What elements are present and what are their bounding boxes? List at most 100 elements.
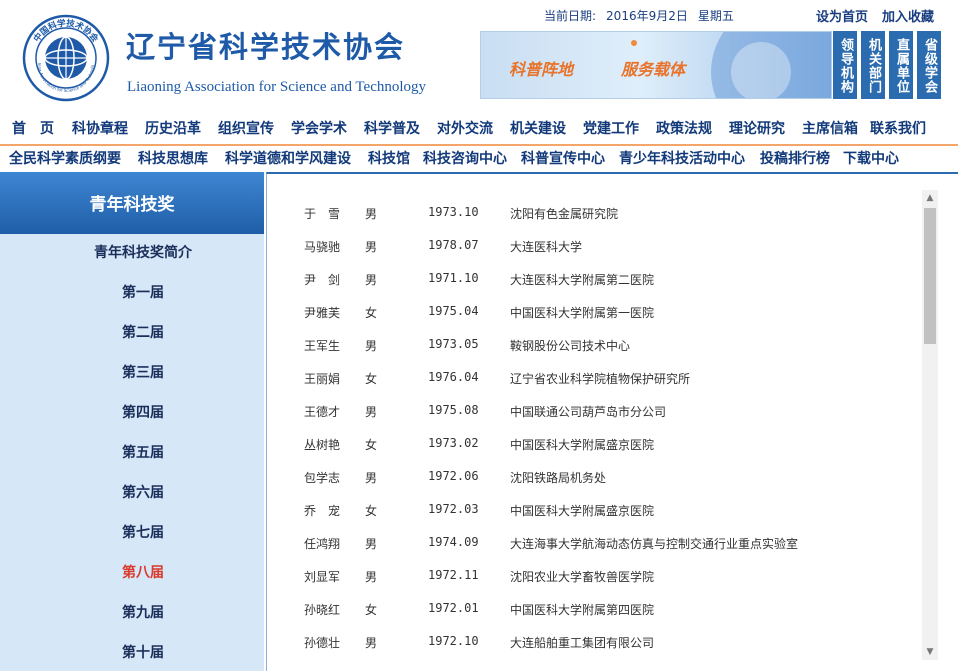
winner-gender: 男 <box>365 240 378 254</box>
winner-unit: 大连医科大学附属第二医院 <box>510 273 655 287</box>
winner-birth: 1972.11 <box>428 568 479 582</box>
sidebar-item-4[interactable]: 第四届 <box>0 402 286 422</box>
nav-theory[interactable]: 理论研究 <box>729 118 785 144</box>
scroll-thumb[interactable] <box>924 208 936 344</box>
winner-gender: 男 <box>365 207 378 221</box>
sidebar-item-6[interactable]: 第六届 <box>0 482 286 502</box>
promo-banner[interactable]: 科普阵地 服务载体 <box>480 31 832 99</box>
nav-history[interactable]: 历史沿革 <box>145 118 201 144</box>
sidebar-item-7[interactable]: 第七届 <box>0 522 286 542</box>
sidebar-item-intro[interactable]: 青年科技奖简介 <box>0 242 286 262</box>
list-item: 尹雅芙 女 1975.04 中国医科大学附属第一医院 <box>268 304 922 324</box>
set-homepage-link[interactable]: 设为首页 <box>816 10 868 25</box>
winner-unit: 大连医科大学 <box>510 240 583 254</box>
nav2-science-museum[interactable]: 科技馆 <box>368 148 410 172</box>
winner-unit: 沈阳农业大学畜牧兽医学院 <box>510 570 655 584</box>
list-item: 孙晓红 女 1972.01 中国医科大学附属第四医院 <box>268 601 922 621</box>
winner-gender: 男 <box>365 273 378 287</box>
winner-gender: 女 <box>365 372 378 386</box>
main-nav: 首 页 科协章程 历史沿革 组织宣传 学会学术 科学普及 对外交流 机关建设 党… <box>0 118 958 144</box>
nav-mailbox[interactable]: 主席信箱 <box>802 118 858 144</box>
weekday: 星期五 <box>697 9 734 23</box>
sidebar-item-1[interactable]: 第一届 <box>0 282 286 302</box>
sidebar-item-8[interactable]: 第八届 <box>0 562 286 582</box>
winner-name: 包学志 <box>304 471 341 485</box>
sidebar: 青年科技奖 青年科技奖简介 第一届 第二届 第三届 第四届 第五届 第六届 第七… <box>0 172 264 671</box>
winner-birth: 1972.10 <box>428 634 479 648</box>
winner-name: 刘显军 <box>304 570 341 584</box>
nav2-ethics[interactable]: 科学道德和学风建设 <box>225 148 351 172</box>
sidebar-item-10[interactable]: 第十届 <box>0 642 286 662</box>
tile-provincial-societies[interactable]: 省级学会 <box>917 31 941 99</box>
winner-birth: 1975.04 <box>428 304 479 318</box>
tile-leadership[interactable]: 领导机构 <box>833 31 857 99</box>
nav2-download[interactable]: 下载中心 <box>843 148 899 172</box>
winners-list: 于 雪男 1973.10 沈阳有色金属研究院 马骁驰男 1978.07 大连医科大学 尹… <box>268 190 922 660</box>
cast-logo-icon[interactable]: 中国科学技术协会 China Association for Science a… <box>22 14 110 102</box>
nav-divider <box>0 144 958 146</box>
sidebar-item-3[interactable]: 第三届 <box>0 362 286 382</box>
winner-unit: 中国医科大学附属盛京医院 <box>510 438 655 452</box>
top-links: 设为首页 加入收藏 <box>816 6 948 25</box>
nav-societies[interactable]: 学会学术 <box>291 118 347 144</box>
sidebar-item-9[interactable]: 第九届 <box>0 602 286 622</box>
nav2-ranking[interactable]: 投稿排行榜 <box>760 148 830 172</box>
nav2-publicity-center[interactable]: 科普宣传中心 <box>521 148 605 172</box>
nav2-think-tank[interactable]: 科技思想库 <box>138 148 208 172</box>
tile-departments[interactable]: 机关部门 <box>861 31 885 99</box>
add-favorite-link[interactable]: 加入收藏 <box>882 10 934 25</box>
nav-office-building[interactable]: 机关建设 <box>510 118 566 144</box>
nav2-consulting-center[interactable]: 科技咨询中心 <box>423 148 507 172</box>
sidebar-item-5[interactable]: 第五届 <box>0 442 286 462</box>
winner-name: 马骁驰 <box>304 240 341 254</box>
winner-unit: 鞍钢股份公司技术中心 <box>510 339 631 353</box>
banner-decoration <box>731 42 791 98</box>
winner-unit: 大连船舶重工集团有限公司 <box>510 636 655 650</box>
list-scrollbar[interactable]: ▲ ▼ <box>922 190 938 660</box>
nav-policy[interactable]: 政策法规 <box>656 118 712 144</box>
winner-gender: 男 <box>365 636 378 650</box>
winner-unit: 沈阳有色金属研究院 <box>510 207 619 221</box>
winner-birth: 1973.05 <box>428 337 479 351</box>
nav-organization[interactable]: 组织宣传 <box>218 118 274 144</box>
winner-unit: 中国医科大学附属第四医院 <box>510 603 655 617</box>
winner-name: 孙晓红 <box>304 603 341 617</box>
list-item: 王丽娟 女 1976.04 辽宁省农业科学院植物保护研究所 <box>268 370 922 390</box>
nav-popular-science[interactable]: 科学普及 <box>364 118 420 144</box>
list-item: 丛树艳 女 1973.02 中国医科大学附属盛京医院 <box>268 436 922 456</box>
site-title-cn: 辽宁省科学技术协会 <box>126 30 406 64</box>
scroll-down-arrow-icon[interactable]: ▼ <box>922 644 938 660</box>
winner-name: 王军生 <box>304 339 341 353</box>
nav-charter[interactable]: 科协章程 <box>72 118 128 144</box>
winner-gender: 男 <box>365 537 378 551</box>
banner-slogan-2: 服务载体 <box>621 60 686 79</box>
winner-name: 丛树艳 <box>304 438 341 452</box>
winner-birth: 1971.10 <box>428 271 479 285</box>
nav-home[interactable]: 首 页 <box>12 118 54 144</box>
nav2-literacy-outline[interactable]: 全民科学素质纲要 <box>9 148 121 172</box>
winner-name: 王德才 <box>304 405 341 419</box>
sidebar-item-2[interactable]: 第二届 <box>0 322 286 342</box>
winner-birth: 1972.06 <box>428 469 479 483</box>
list-item: 乔 宠 女 1972.03 中国医科大学附属盛京医院 <box>268 502 922 522</box>
winner-gender: 女 <box>365 438 378 452</box>
nav-party-work[interactable]: 党建工作 <box>583 118 639 144</box>
site-header: 中国科学技术协会 China Association for Science a… <box>0 0 958 112</box>
winner-birth: 1975.08 <box>428 403 479 417</box>
winner-birth: 1978.07 <box>428 238 479 252</box>
nav2-youth-center[interactable]: 青少年科技活动中心 <box>619 148 745 172</box>
list-item: 王军生 男 1973.05 鞍钢股份公司技术中心 <box>268 337 922 357</box>
scroll-up-arrow-icon[interactable]: ▲ <box>922 190 938 206</box>
winner-unit: 中国联通公司葫芦岛市分公司 <box>510 405 667 419</box>
sidebar-title: 青年科技奖 <box>0 172 264 234</box>
banner-slogan-1: 科普阵地 <box>509 60 574 79</box>
tile-affiliated-units[interactable]: 直属单位 <box>889 31 913 99</box>
winner-name: 任鸿翔 <box>304 537 341 551</box>
winner-unit: 沈阳铁路局机务处 <box>510 471 607 485</box>
nav-contact[interactable]: 联系我们 <box>870 118 926 144</box>
winner-unit: 中国医科大学附属第一医院 <box>510 306 655 320</box>
nav-foreign-exchange[interactable]: 对外交流 <box>437 118 493 144</box>
winner-birth: 1972.03 <box>428 502 479 516</box>
winner-birth: 1974.09 <box>428 535 479 549</box>
current-date: 当前日期: 2016年9月2日 星期五 <box>544 7 744 24</box>
